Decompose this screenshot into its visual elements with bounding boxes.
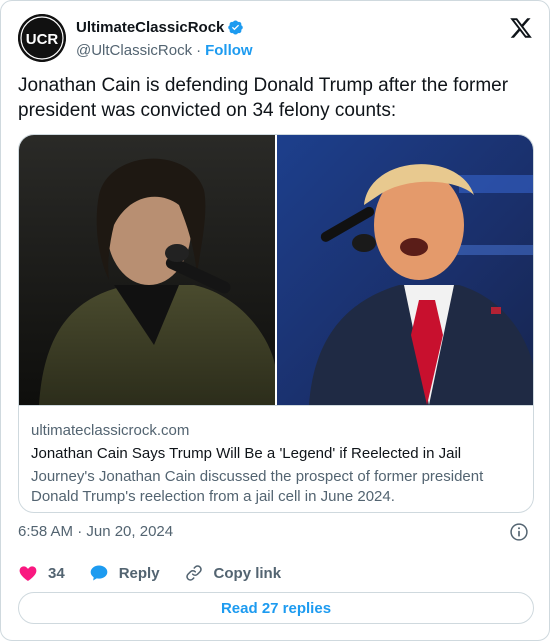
display-name[interactable]: UltimateClassicRock: [76, 19, 224, 36]
copy-link-button[interactable]: Copy link: [184, 563, 282, 583]
verified-badge-icon: [228, 20, 244, 34]
svg-text:UCR: UCR: [26, 31, 59, 48]
reply-label: Reply: [118, 564, 160, 582]
heart-icon: [19, 566, 37, 581]
tweet-header: UCR UltimateClassicRock @UltClassicRock …: [18, 14, 535, 62]
follow-button[interactable]: Follow: [205, 42, 253, 59]
preview-photo: [19, 135, 533, 405]
like-button[interactable]: 34: [18, 563, 65, 583]
author-block: UltimateClassicRock @UltClassicRock · Fo…: [76, 17, 253, 60]
reply-bubble-icon: [90, 565, 108, 581]
tweet-card: UCR UltimateClassicRock @UltClassicRock …: [0, 0, 550, 641]
x-logo-icon[interactable]: [509, 16, 533, 40]
like-count: 34: [48, 564, 65, 582]
info-icon[interactable]: [509, 522, 529, 542]
read-replies-button[interactable]: Read 27 replies: [18, 592, 534, 624]
link-chain-icon: [185, 565, 202, 581]
link-title: Jonathan Cain Says Trump Will Be a 'Lege…: [31, 445, 462, 462]
ucr-logo-icon: UCR: [18, 14, 66, 62]
link-preview-image: [19, 135, 533, 405]
copy-link-label: Copy link: [213, 564, 282, 582]
link-description: Journey's Jonathan Cain discussed the pr…: [31, 468, 484, 505]
tweet-text: Jonathan Cain is defending Donald Trump …: [18, 75, 509, 121]
handle[interactable]: @UltClassicRock: [76, 42, 192, 59]
separator-dot: ·: [196, 41, 202, 59]
link-preview-card[interactable]: ultimateclassicrock.com Jonathan Cain Sa…: [18, 134, 534, 513]
tweet-actions: 34 Reply Copy link: [18, 561, 305, 585]
link-domain: ultimateclassicrock.com: [31, 422, 190, 439]
reply-button[interactable]: Reply: [89, 563, 160, 583]
avatar[interactable]: UCR: [18, 14, 66, 62]
tweet-timestamp[interactable]: 6:58 AM · Jun 20, 2024: [18, 523, 173, 540]
link-preview-meta: ultimateclassicrock.com Jonathan Cain Sa…: [19, 405, 533, 512]
